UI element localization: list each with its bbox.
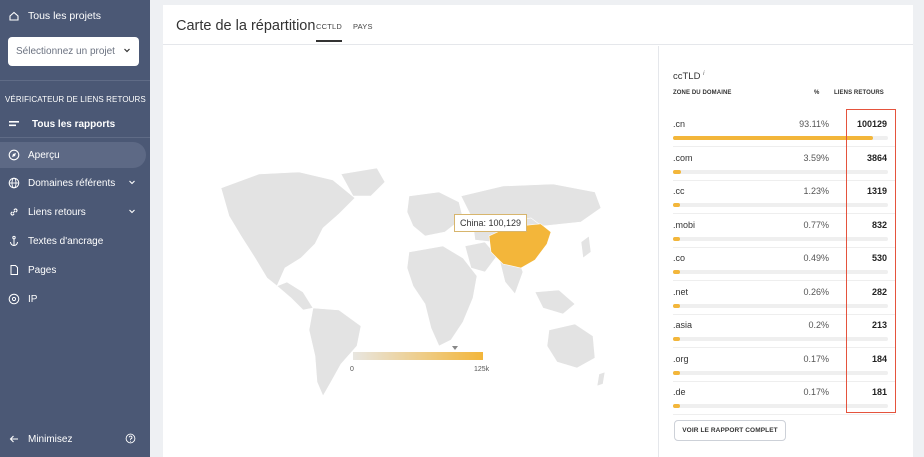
chevron-down-icon: [128, 178, 136, 189]
percent-value: 0.77%: [803, 219, 829, 230]
share-bar-fill: [673, 169, 681, 174]
share-bar-fill: [673, 270, 680, 274]
domain-zone: .org: [673, 353, 689, 364]
all-projects-link[interactable]: Tous les projets: [8, 10, 101, 22]
percent-value: 0.17%: [803, 387, 829, 397]
all-projects-label: Tous les projets: [28, 10, 101, 22]
map-australia: [546, 323, 596, 369]
share-bar-fill: [673, 236, 680, 241]
domain-zone: .de: [673, 387, 686, 397]
column-header-backlinks: LIENS RETOURS: [834, 90, 884, 96]
sidebar-item-label: Liens retours: [28, 206, 86, 218]
share-bar-fill: [673, 203, 680, 207]
sidebar-item-label: Pages: [28, 264, 57, 276]
column-header-percent: %: [814, 90, 820, 96]
sidebar-divider: [0, 80, 150, 81]
sidebar-item-backlinks[interactable]: Liens retours: [0, 199, 146, 225]
sidebar-item-label: Tous les rapports: [32, 118, 116, 130]
sidebar: Tous les projets Sélectionnez un projet …: [0, 0, 150, 457]
share-bar-fill: [673, 303, 680, 308]
backlinks-column-highlight: [846, 109, 896, 413]
chevron-down-icon: [128, 207, 136, 218]
domain-zone: .cn: [673, 119, 686, 129]
sidebar-item-pages[interactable]: Pages: [0, 257, 146, 283]
sidebar-item-label: Aperçu: [28, 149, 60, 161]
domain-zone: .cc: [673, 186, 685, 196]
map-japan: [580, 235, 592, 259]
main-panel: Carte de la répartition CCTLD PAYS China…: [163, 5, 913, 457]
map-central-america: [276, 281, 314, 311]
project-select[interactable]: Sélectionnez un projet: [8, 37, 139, 66]
page-title: Carte de la répartition: [176, 18, 316, 34]
legend-min-label: 0: [350, 366, 354, 373]
compass-icon: [8, 149, 20, 161]
full-report-button[interactable]: VOIR LE RAPPORT COMPLET: [674, 420, 786, 441]
map-southeast-asia: [534, 289, 576, 315]
tab-cctld[interactable]: CCTLD: [316, 22, 343, 42]
sidebar-item-referring-domains[interactable]: Domaines référents: [0, 170, 146, 196]
sidebar-item-ip[interactable]: IP: [0, 286, 146, 312]
ip-icon: [8, 293, 20, 305]
help-icon[interactable]: [125, 433, 136, 447]
map-north-america: [220, 171, 356, 287]
chevron-down-icon: [123, 46, 131, 57]
minimize-label: Minimisez: [28, 433, 73, 445]
sidebar-item-overview[interactable]: Aperçu: [0, 142, 146, 168]
percent-value: 0.17%: [803, 353, 829, 364]
domain-zone: .co: [673, 253, 686, 263]
percent-value: 93.11%: [799, 119, 829, 129]
project-select-placeholder: Sélectionnez un projet: [16, 46, 115, 57]
sidebar-item-anchor-texts[interactable]: Textes d'ancrage: [0, 228, 146, 254]
globe-icon: [8, 177, 20, 189]
domain-zone: .com: [673, 152, 693, 163]
share-bar-fill: [673, 370, 680, 375]
percent-value: 0.2%: [808, 320, 829, 330]
table-title: ccTLD i: [673, 71, 704, 82]
minimize-button[interactable]: Minimisez: [0, 426, 146, 452]
sidebar-item-label: Textes d'ancrage: [28, 235, 104, 247]
domain-zone: .asia: [673, 320, 693, 330]
sidebar-item-all-reports[interactable]: Tous les rapports: [0, 111, 146, 137]
legend-max-label: 125k: [474, 366, 490, 373]
map-new-zealand: [596, 371, 606, 387]
percent-value: 0.49%: [803, 253, 829, 263]
column-header-domain: ZONE DU DOMAINE: [673, 90, 732, 96]
percent-value: 3.59%: [803, 152, 829, 163]
legend-gradient: [353, 352, 483, 360]
domain-zone: .mobi: [673, 219, 696, 230]
home-icon: [8, 10, 20, 22]
tab-countries[interactable]: PAYS: [353, 22, 373, 31]
sidebar-divider: [0, 137, 150, 138]
info-icon[interactable]: i: [703, 71, 704, 77]
share-bar-fill: [673, 404, 680, 408]
row-divider: [673, 414, 895, 415]
percent-value: 1.23%: [803, 186, 829, 196]
map-africa: [406, 245, 478, 347]
menu-icon: [8, 118, 20, 130]
legend-marker: [452, 346, 458, 350]
table-title-text: ccTLD: [673, 71, 701, 83]
sidebar-item-label: Domaines référents: [28, 177, 116, 189]
world-map-svg: [220, 167, 606, 397]
page-icon: [8, 264, 20, 276]
percent-value: 0.26%: [803, 286, 829, 297]
map-tooltip: China: 100,129: [454, 214, 528, 232]
arrow-left-icon: [8, 433, 20, 445]
link-icon: [8, 206, 20, 218]
world-map: China: 100,129 0 125k: [163, 46, 659, 457]
share-bar-fill: [673, 337, 680, 341]
domain-zone: .net: [673, 286, 689, 297]
share-bar-fill: [673, 136, 874, 140]
anchor-icon: [8, 235, 20, 247]
header: Carte de la répartition CCTLD PAYS: [163, 5, 913, 45]
sidebar-section-title: VÉRIFICATEUR DE LIENS RETOURS: [5, 95, 146, 104]
sidebar-item-label: IP: [28, 293, 38, 305]
